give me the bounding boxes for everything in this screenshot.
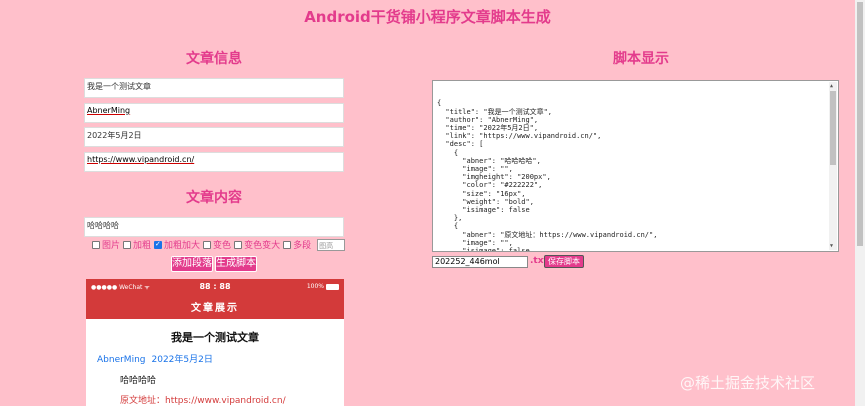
- color-checkbox[interactable]: [203, 240, 212, 249]
- link-field[interactable]: https://www.vipandroid.cn/: [84, 152, 344, 172]
- page-title: Android干货铺小程序文章脚本生成: [304, 8, 551, 26]
- image-option-label: 图片: [102, 241, 121, 251]
- author-field[interactable]: AbnerMing: [84, 103, 344, 123]
- script-content: { "title": "我是一个测试文章", "author": "AbnerM…: [437, 99, 658, 252]
- phone-preview: ●●●●● WeChat ᯤ 88 : 88 100% 文章展示 我是一个测试文…: [86, 279, 344, 406]
- watermark: @稀土掘金技术社区: [680, 374, 816, 392]
- battery-percent: 100%: [306, 283, 324, 290]
- script-scroll-thumb[interactable]: [830, 91, 836, 165]
- script-scrollbar[interactable]: ▲ ▼: [829, 82, 837, 250]
- script-display-heading: 脚本显示: [613, 51, 669, 67]
- bold-large-option-label: 加粗加大: [164, 241, 201, 251]
- time-field[interactable]: 2022年5月2日: [84, 127, 344, 147]
- status-time: 88 : 88: [199, 282, 231, 291]
- script-textarea[interactable]: { "title": "我是一个测试文章", "author": "AbnerM…: [432, 80, 839, 252]
- scroll-up-icon[interactable]: ▲: [830, 82, 833, 90]
- content-field[interactable]: 哈哈哈哈: [84, 217, 344, 237]
- preview-nav-title: 文章展示: [191, 303, 239, 314]
- bold-option-label: 加粗: [133, 241, 152, 251]
- battery-status: 100%: [307, 283, 339, 290]
- battery-icon: [326, 283, 339, 290]
- title-field[interactable]: 我是一个测试文章: [84, 78, 344, 98]
- preview-time: 2022年5月2日: [151, 355, 213, 365]
- image-height-input[interactable]: 图高: [317, 238, 346, 251]
- color-large-option-label: 变色变大: [244, 241, 281, 251]
- preview-meta: AbnerMing 2022年5月2日: [97, 352, 219, 365]
- preview-article-title: 我是一个测试文章: [171, 331, 259, 344]
- article-content-heading: 文章内容: [186, 190, 242, 206]
- scroll-down-icon[interactable]: ▼: [830, 242, 833, 250]
- save-script-button[interactable]: 保存脚本: [544, 255, 584, 268]
- color-option-label: 变色: [213, 241, 232, 251]
- filename-input[interactable]: 202252_446mol: [432, 256, 528, 268]
- preview-author: AbnerMing: [97, 355, 146, 365]
- add-paragraph-button[interactable]: 添加段落: [171, 256, 213, 272]
- article-info-heading: 文章信息: [186, 51, 242, 67]
- preview-desc: 哈哈哈哈: [120, 376, 157, 386]
- page-scroll-thumb[interactable]: [857, 2, 863, 246]
- color-large-checkbox[interactable]: [234, 240, 243, 249]
- phone-header: ●●●●● WeChat ᯤ 88 : 88 100% 文章展示: [86, 279, 344, 319]
- multi-paragraph-option-label: 多段: [293, 241, 312, 251]
- bold-large-checkbox[interactable]: [154, 240, 163, 249]
- generate-script-button[interactable]: 生成脚本: [215, 256, 257, 272]
- multi-paragraph-checkbox[interactable]: [283, 240, 292, 249]
- image-checkbox[interactable]: [92, 240, 100, 249]
- bold-checkbox[interactable]: [123, 240, 132, 249]
- page-scrollbar[interactable]: [855, 0, 865, 406]
- preview-source-link[interactable]: 原文地址：https://www.vipandroid.cn/: [120, 393, 286, 406]
- style-options: 图片 加粗 加粗加大 变色 变色变大 多段 图高: [92, 238, 346, 251]
